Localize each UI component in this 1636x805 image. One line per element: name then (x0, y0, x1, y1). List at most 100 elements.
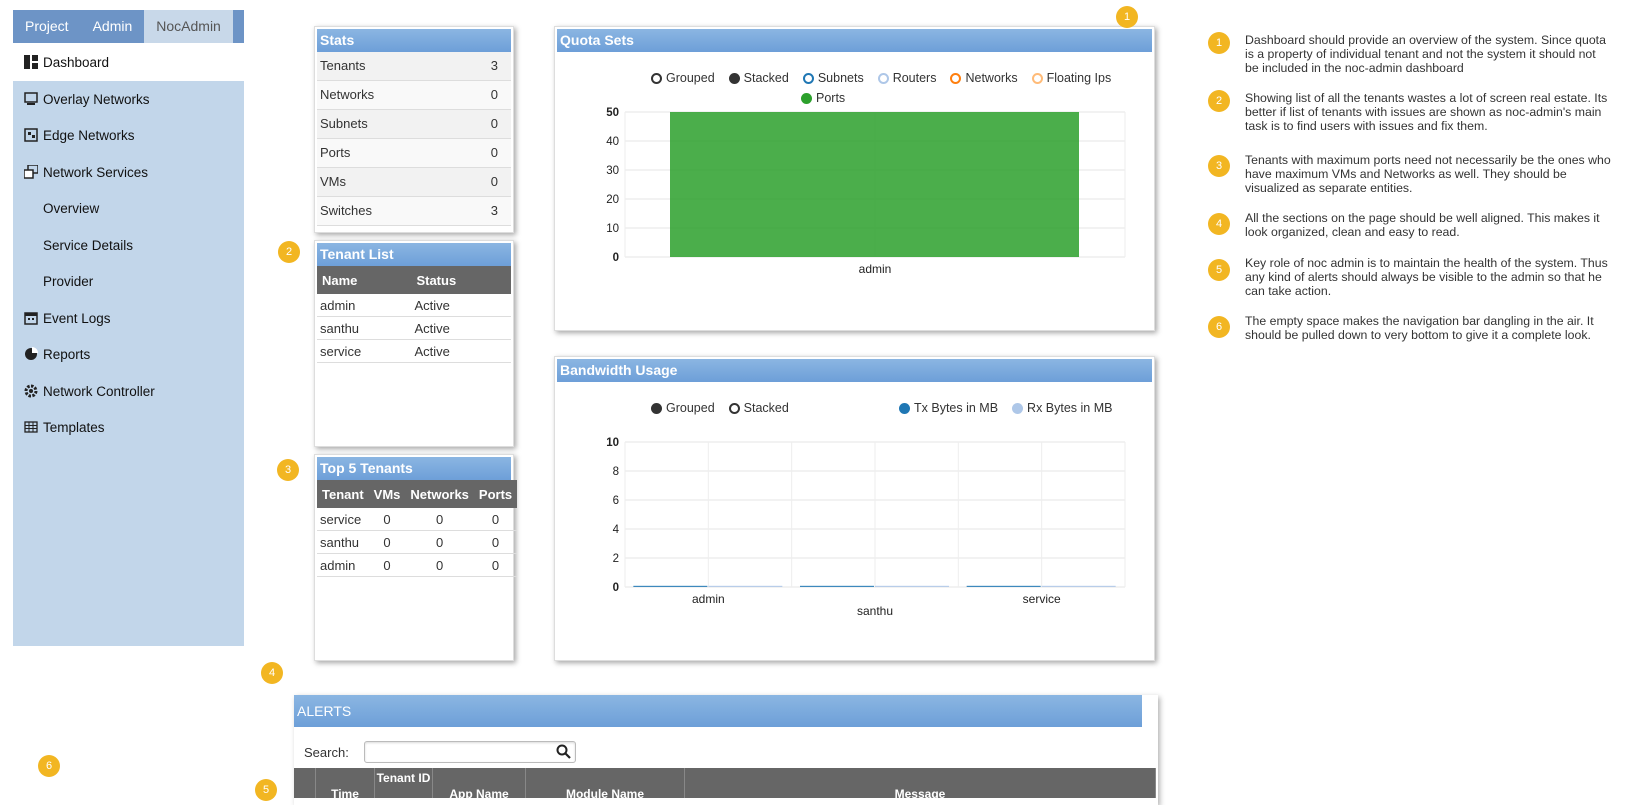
tab-admin[interactable]: Admin (81, 10, 145, 43)
network-services-icon (23, 165, 38, 180)
sidebar-item-dashboard[interactable]: Dashboard (13, 43, 244, 81)
note-text-1: Dashboard should provide an overview of … (1245, 33, 1606, 75)
mode-label: Stacked (743, 401, 789, 415)
note-marker-3: 3 (1208, 155, 1230, 177)
y-tick-label: 40 (606, 136, 619, 148)
table-row[interactable]: service Active (317, 339, 511, 363)
sidebar-item-label: Reports (43, 346, 91, 362)
networks-count: 0 (405, 508, 474, 531)
stat-label: Tenants (320, 58, 366, 73)
column-header[interactable]: Networks (405, 480, 474, 508)
y-tick-label: 6 (613, 495, 619, 507)
sidebar-item-event-logs[interactable]: Event Logs (13, 299, 244, 337)
column-label: Time (331, 787, 359, 798)
sidebar-item-label: Event Logs (43, 310, 111, 326)
alerts-panel: ALERTS Search: Time Tenant ID App Name M… (294, 695, 1158, 805)
tenant-list-panel: Tenant List Name Status admin Active sant… (314, 240, 514, 447)
annotation-marker-1: 1 (1116, 6, 1138, 28)
stat-value: 0 (490, 174, 498, 189)
bar (670, 112, 1079, 257)
tab-nocadmin[interactable]: NocAdmin (144, 10, 233, 43)
sidebar-item-provider[interactable]: Provider (13, 262, 274, 300)
networks-count: 0 (405, 553, 474, 577)
sidebar-item-label: Network Services (43, 164, 149, 180)
legend-label: Networks (965, 71, 1018, 85)
x-tick-label: santhu (857, 604, 893, 618)
quota-sets-panel: Quota Sets Grouped Stacked Subnets Route… (554, 26, 1155, 331)
ports-count: 0 (473, 508, 518, 531)
mode-stacked[interactable]: Stacked (728, 71, 789, 85)
table-row[interactable]: admin Active (317, 294, 511, 317)
sidebar-item-network-services[interactable]: Network Services (13, 153, 244, 191)
column-header-message[interactable]: Message (685, 768, 1156, 798)
annotation-marker-5: 5 (255, 779, 277, 801)
table-row[interactable]: santhu 0 0 0 (317, 530, 518, 554)
mode-label: Grouped (666, 401, 715, 415)
y-tick-label: 0 (613, 582, 619, 594)
column-label: Module Name (565, 787, 644, 798)
stat-row: Ports 0 (317, 139, 511, 168)
tab-project[interactable]: Project (13, 10, 81, 43)
top-nav-tabs: Project Admin NocAdmin (13, 10, 244, 43)
column-header[interactable]: Status (411, 266, 511, 294)
legend-floating-ips[interactable]: Floating Ips (1031, 71, 1112, 85)
column-header-tenant-id[interactable]: Tenant ID (375, 768, 433, 798)
stats-list: Tenants 3 Networks 0 Subnets 0 Ports 0 VMs 0 … (315, 52, 513, 226)
column-header[interactable]: Ports (473, 480, 518, 508)
top-tenants-table: Tenant VMs Networks Ports service 0 0 0 san… (317, 480, 518, 577)
table-row[interactable]: admin 0 0 0 (317, 553, 518, 577)
table-row[interactable]: santhu Active (317, 316, 511, 340)
legend-routers[interactable]: Routers (877, 71, 936, 85)
search-input[interactable] (364, 741, 576, 763)
calendar-icon (23, 311, 38, 326)
column-header-time[interactable]: Time (316, 768, 375, 798)
networks-count: 0 (405, 530, 474, 554)
mode-grouped[interactable]: Grouped (651, 71, 715, 85)
legend-networks[interactable]: Networks (950, 71, 1018, 85)
tenant-list-table: Name Status admin Active santhu Active ser… (317, 266, 511, 363)
search-label: Search: (304, 745, 349, 760)
mode-stacked[interactable]: Stacked (728, 401, 789, 415)
column-header[interactable]: VMs (368, 480, 406, 508)
sidebar-item-reports[interactable]: Reports (13, 335, 244, 373)
mode-grouped[interactable]: Grouped (651, 401, 715, 415)
sidebar-item-overlay-networks[interactable]: Overlay Networks (13, 80, 244, 118)
annotation-marker-4: 4 (261, 662, 283, 684)
sidebar-item-service-details[interactable]: Service Details (13, 226, 274, 264)
note-text-3: Tenants with maximum ports need not nece… (1245, 153, 1611, 195)
y-tick-label: 50 (606, 107, 619, 119)
column-header-app-name[interactable]: App Name (433, 768, 526, 798)
quota-sets-title: Quota Sets (557, 29, 1152, 52)
column-header[interactable]: Tenant (317, 480, 369, 508)
column-header[interactable]: Name (317, 266, 412, 294)
search-icon (556, 744, 571, 759)
y-tick-label: 30 (606, 165, 619, 177)
sidebar-item-overview[interactable]: Overview (13, 189, 274, 227)
quota-legend: Grouped Stacked Subnets Routers Networks… (651, 71, 1125, 85)
stat-row: VMs 0 (317, 168, 511, 197)
sidebar-item-edge-networks[interactable]: Edge Networks (13, 116, 244, 154)
stat-label: Networks (320, 87, 375, 102)
stat-row: Switches 3 (317, 197, 511, 226)
alerts-table-header: Time Tenant ID App Name Module Name Mess… (294, 768, 1156, 798)
tenant-status: Active (411, 316, 511, 340)
legend-tx-bytes[interactable]: Tx Bytes in MB (899, 401, 998, 415)
legend-rx-bytes[interactable]: Rx Bytes in MB (1012, 401, 1112, 415)
sidebar-item-templates[interactable]: Templates (13, 408, 244, 446)
x-tick-label: service (1023, 592, 1061, 606)
column-header-cut[interactable] (294, 768, 316, 798)
legend-subnets[interactable]: Subnets (802, 71, 864, 85)
bandwidth-title: Bandwidth Usage (557, 359, 1152, 382)
sidebar-item-label: Overview (43, 200, 100, 216)
annotation-marker-6: 6 (38, 755, 60, 777)
sidebar-item-label: Templates (43, 419, 105, 435)
table-row[interactable]: service 0 0 0 (317, 508, 518, 531)
sidebar-item-network-controller[interactable]: Network Controller (13, 372, 244, 410)
bandwidth-modes: Grouped Stacked (651, 401, 803, 415)
mode-label: Grouped (666, 71, 715, 85)
stat-value: 0 (490, 87, 498, 102)
legend-label: Floating Ips (1046, 71, 1112, 85)
column-header-module-name[interactable]: Module Name (526, 768, 685, 798)
stat-row: Subnets 0 (317, 110, 511, 139)
sidebar-item-label: Overlay Networks (43, 91, 150, 107)
